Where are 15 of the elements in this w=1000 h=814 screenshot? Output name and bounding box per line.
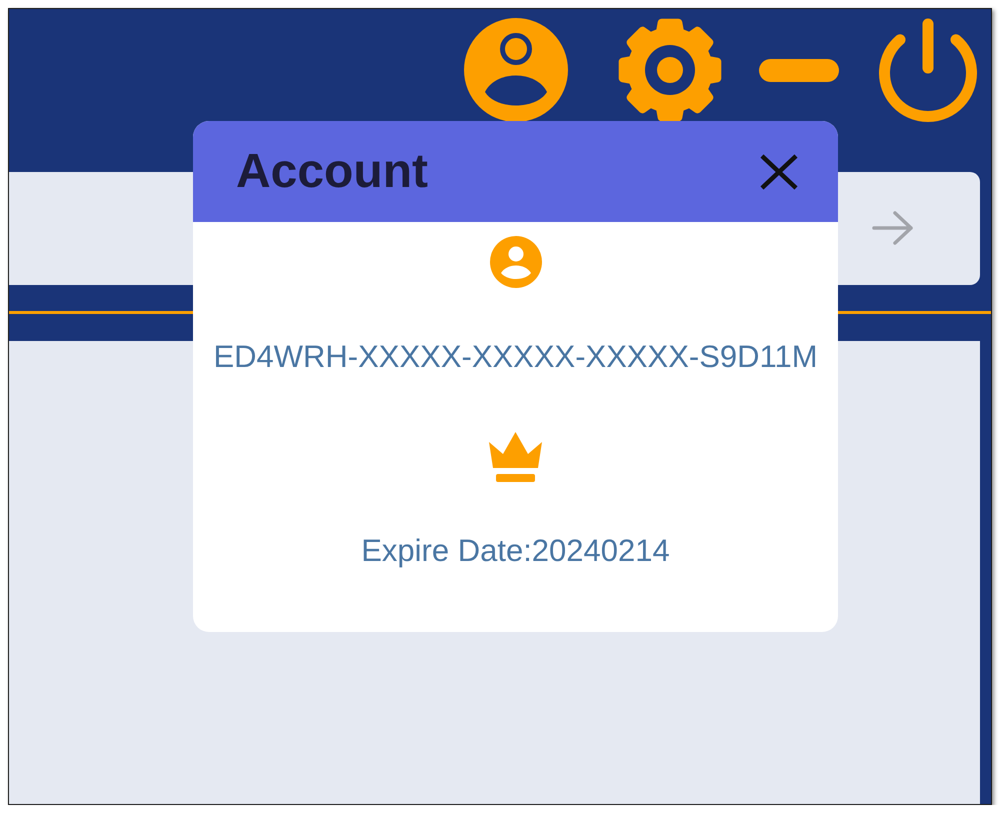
arrow-right-icon	[872, 211, 914, 245]
settings-button[interactable]	[617, 18, 723, 122]
user-icon	[490, 236, 542, 288]
dialog-title: Account	[236, 144, 429, 200]
license-key-text: ED4WRH-XXXXX-XXXXX-XXXXX-S9D11M	[213, 339, 818, 375]
power-icon	[879, 18, 977, 122]
minimize-button[interactable]	[759, 58, 839, 82]
expire-date-text: Expire Date:20240214	[361, 533, 670, 569]
power-button[interactable]	[879, 18, 977, 122]
settings-icon	[617, 18, 723, 122]
minus-icon	[759, 58, 839, 82]
crown-icon	[488, 432, 542, 482]
account-button[interactable]	[464, 18, 568, 122]
close-icon	[760, 154, 798, 190]
person-circle-icon	[464, 18, 568, 122]
